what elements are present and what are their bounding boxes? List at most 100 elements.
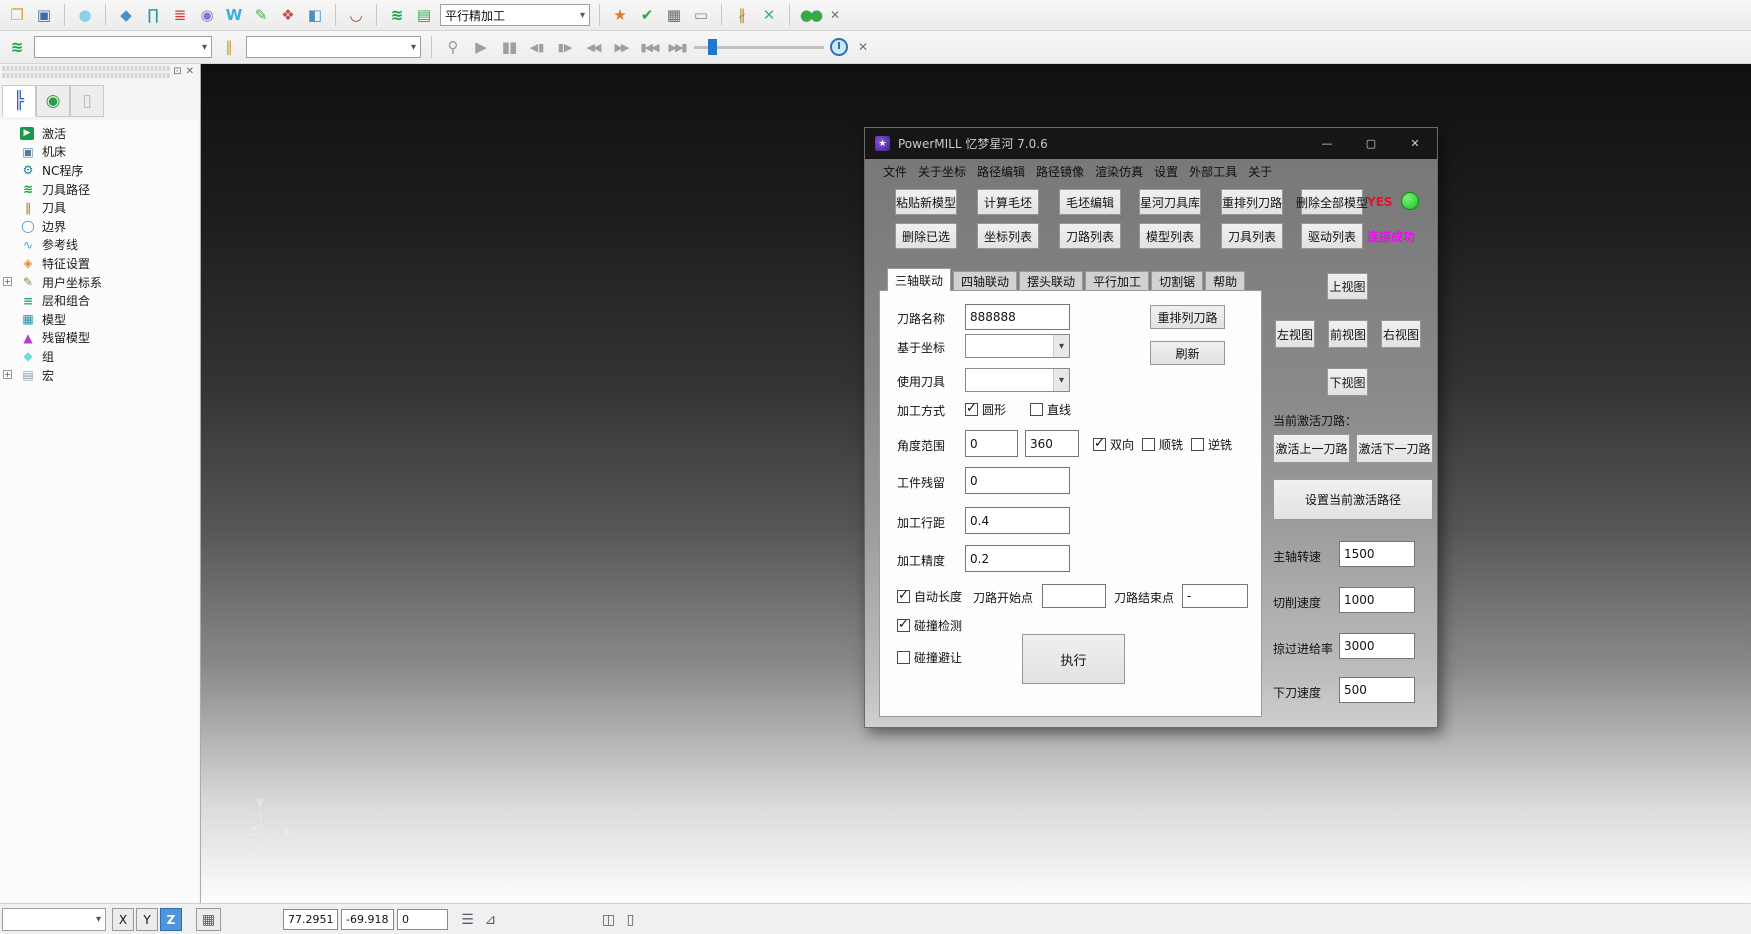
toolpath-arc-icon[interactable]: ◡ [345,4,367,26]
activate-next-button[interactable]: 激活下一刀路 [1356,434,1433,463]
checkbox-icon[interactable] [1142,438,1155,451]
start-point-icon[interactable]: ❖ [277,4,299,26]
go-to-start-icon[interactable]: ▮◀◀ [638,36,660,58]
step-forward-icon[interactable]: ▮▶ [554,36,576,58]
tree-item-activate[interactable]: ▶激活 [0,124,199,143]
ruler-icon[interactable]: ▭ [690,4,712,26]
checkbox-icon[interactable] [897,651,910,664]
paste-model-button[interactable]: 粘贴新模型 [895,189,957,215]
tree-item-models[interactable]: ▦模型 [0,310,199,329]
toolpath-start-input[interactable] [1042,584,1106,608]
drive-list-button[interactable]: 驱动列表 [1301,223,1363,249]
panel-gripper[interactable] [2,73,170,78]
menu-render-sim[interactable]: 渲染仿真 [1095,163,1143,180]
auto-length-checkbox[interactable]: 自动长度 [897,588,962,605]
cross-arrows-icon[interactable]: ✕ [758,4,780,26]
tab-4axis[interactable]: 四轴联动 [953,271,1017,291]
rapid-heights-icon[interactable]: ≣ [169,4,191,26]
sim-toolbar-close-icon[interactable]: ✕ [854,36,872,58]
view-left-button[interactable]: 左视图 [1275,320,1315,348]
save-project-icon[interactable]: ▣ [33,4,55,26]
tree-item-levels-sets[interactable]: ≡层和组合 [0,291,199,310]
strategy-list-icon[interactable]: ▤ [413,4,435,26]
tab-help[interactable]: 帮助 [1205,271,1245,291]
activate-prev-button[interactable]: 激活上一刀路 [1273,434,1350,463]
execute-button[interactable]: 执行 [1022,634,1125,684]
strategy-dropdown[interactable]: 平行精加工 ▾ [440,4,590,26]
cylinders-icon[interactable]: ●● [799,4,821,26]
workplane-indicator-icon[interactable]: ⊿ [478,908,503,931]
tool-library-button[interactable]: 星河刀具库 [1139,189,1201,215]
reorder-toolpaths-button[interactable]: 重排列刀路 [1221,189,1283,215]
use-tool-select[interactable]: ▾ [965,368,1070,392]
tab-explorer-tree[interactable]: ╠ [2,85,36,117]
tab-world-view[interactable]: ◉ [36,85,70,117]
axis-x-toggle[interactable]: X [112,908,134,931]
based-coord-select[interactable]: ▾ [965,334,1070,358]
tree-item-workplanes[interactable]: +✎用户坐标系 [0,273,199,292]
coordinate-x-field[interactable]: 77.2951 [283,909,338,930]
angle-from-input[interactable]: 0 [965,430,1018,457]
block-tool-icon[interactable]: ◧ [304,4,326,26]
menu-path-mirror[interactable]: 路径镜像 [1036,163,1084,180]
menu-path-edit[interactable]: 路径编辑 [977,163,1025,180]
conventional-mill-checkbox[interactable]: 逆铣 [1191,436,1232,453]
tool-check-icon[interactable]: ✔ [636,4,658,26]
calculator-icon[interactable]: ▦ [663,4,685,26]
stock-allowance-input[interactable]: 0 [965,467,1070,494]
sphere-icon[interactable]: ● [74,4,96,26]
spindle-speed-input[interactable]: 1500 [1339,541,1415,567]
slider-thumb[interactable] [708,39,717,55]
cutting-feed-input[interactable]: 1000 [1339,587,1415,613]
minimize-icon[interactable]: — [1305,128,1349,159]
tree-item-machine[interactable]: ▣机床 [0,143,199,162]
coordinate-z-field[interactable]: 0 [397,909,448,930]
collision-avoid-checkbox[interactable]: 碰撞避让 [897,649,962,666]
block-icon[interactable]: ◆ [115,4,137,26]
view-bottom-button[interactable]: 下视图 [1327,368,1368,396]
skim-feed-input[interactable]: 3000 [1339,633,1415,659]
checkbox-icon[interactable] [1030,403,1043,416]
menu-about[interactable]: 关于 [1248,163,1272,180]
coordinate-y-field[interactable]: -69.918 [341,909,394,930]
tree-item-nc-program[interactable]: ⚙NC程序 [0,161,199,180]
checkbox-checked-icon[interactable] [897,619,910,632]
collision-check-checkbox[interactable]: 碰撞检测 [897,617,962,634]
plunge-feed-input[interactable]: 500 [1339,677,1415,703]
panel-reorder-button[interactable]: 重排列刀路 [1150,305,1225,329]
rewind-icon[interactable]: ◀◀ [582,36,604,58]
checkbox-checked-icon[interactable] [1093,438,1106,451]
set-active-path-button[interactable]: 设置当前激活路径 [1273,479,1433,520]
tab-swivel-head[interactable]: 摆头联动 [1019,271,1083,291]
tree-item-boundaries[interactable]: ◯边界 [0,217,199,236]
panel-close-icon[interactable]: ✕ [186,66,194,77]
delete-selected-button[interactable]: 删除已选 [895,223,957,249]
edit-block-button[interactable]: 毛坯编辑 [1059,189,1121,215]
expand-icon[interactable]: + [3,277,12,286]
delete-all-models-button[interactable]: 删除全部模型 [1301,189,1363,215]
tool-select-dropdown[interactable]: ▾ [246,36,421,58]
view-top-button[interactable]: 上视图 [1327,273,1368,300]
panel-float-icon[interactable]: ⊡ [173,66,181,77]
view-right-button[interactable]: 右视图 [1381,320,1421,348]
clock-icon[interactable] [830,38,848,56]
tab-saw[interactable]: 切割锯 [1151,271,1203,291]
window-split-icon[interactable]: ▯ [618,908,643,931]
ball-tool-icon[interactable]: ◉ [196,4,218,26]
toolpath-list-button[interactable]: 刀路列表 [1059,223,1121,249]
checkbox-checked-icon[interactable] [897,590,910,603]
toolpath-end-input[interactable]: - [1182,584,1248,608]
simulation-speed-slider[interactable] [694,36,824,58]
toolpath-name-input[interactable]: 888888 [965,304,1070,330]
mode-circle-checkbox[interactable]: 圆形 [965,401,1006,418]
panel-gripper[interactable] [2,66,170,71]
dialog-titlebar[interactable]: ★ PowerMILL 忆梦星河 7.0.6 — ▢ ✕ [865,128,1437,159]
tab-3axis[interactable]: 三轴联动 [887,268,951,291]
pause-icon[interactable]: ▮▮ [498,36,520,58]
tree-item-patterns[interactable]: ∿参考线 [0,236,199,255]
axis-z-toggle[interactable]: Z [160,908,182,931]
tree-item-feature-sets[interactable]: ◈特征设置 [0,254,199,273]
tree-item-stock-models[interactable]: ▲残留模型 [0,329,199,348]
stepover-input[interactable]: 0.4 [965,507,1070,534]
menu-settings[interactable]: 设置 [1154,163,1178,180]
